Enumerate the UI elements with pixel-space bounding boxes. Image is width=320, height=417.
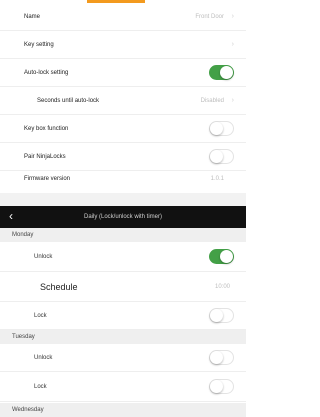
unlock-label: Unlock (34, 354, 53, 361)
unlock-label: Unlock (34, 253, 53, 260)
page-title: Daily (Lock/unlock with timer) (83, 214, 163, 220)
back-arrow-icon[interactable]: ‹ (9, 209, 13, 223)
section-label: Wednesday (12, 407, 44, 413)
pair-ninjalocks-label: Pair NinjaLocks (24, 153, 66, 160)
key-box-row: Key box function (0, 115, 246, 143)
firmware-row: Firmware version 1.0.1 (0, 165, 246, 193)
monday-unlock-row: Unlock (0, 242, 246, 272)
monday-unlock-toggle[interactable] (209, 249, 234, 264)
firmware-value: 1.0.1 (210, 176, 224, 182)
tuesday-lock-row: Lock (0, 372, 246, 402)
schedule-time-value: 10:00 (214, 283, 230, 290)
name-row[interactable]: Name Front Door › (0, 3, 246, 31)
lock-label: Lock (34, 383, 47, 390)
section-label: Monday (12, 232, 34, 238)
chevron-right-icon: › (231, 41, 234, 48)
name-label: Name (24, 13, 41, 20)
key-setting-label: Key setting (24, 41, 54, 48)
key-setting-row[interactable]: Key setting › (0, 31, 246, 59)
section-header-monday: Monday (0, 228, 246, 242)
firmware-label: Firmware version (24, 176, 71, 182)
name-value: Front Door (195, 13, 224, 20)
lock-settings-panel: Name Front Door › Key setting › Auto-loc… (0, 0, 246, 193)
section-header-tuesday: Tuesday (0, 330, 246, 344)
tuesday-unlock-row: Unlock (0, 344, 246, 372)
chevron-right-icon: › (231, 13, 234, 20)
auto-lock-label: Auto-lock setting (24, 69, 69, 76)
key-box-label: Key box function (24, 125, 69, 132)
monday-lock-row: Lock (0, 302, 246, 330)
auto-lock-row: Auto-lock setting (0, 59, 246, 87)
chevron-right-icon: › (231, 97, 234, 104)
monday-lock-toggle[interactable] (209, 308, 234, 323)
section-label: Tuesday (12, 334, 35, 340)
nav-bar: ‹ Daily (Lock/unlock with timer) (0, 206, 246, 228)
tuesday-lock-toggle[interactable] (209, 379, 234, 394)
screen-divider (0, 193, 246, 206)
monday-schedule-row[interactable]: Schedule 10:00 (0, 272, 246, 302)
auto-lock-toggle[interactable] (209, 65, 234, 80)
lock-label: Lock (34, 312, 47, 319)
seconds-until-auto-lock-label: Seconds until auto-lock (37, 97, 100, 104)
key-box-toggle[interactable] (209, 121, 234, 136)
seconds-until-auto-lock-value: Disabled (200, 97, 224, 104)
seconds-until-auto-lock-row[interactable]: Seconds until auto-lock Disabled › (0, 87, 246, 115)
schedule-label: Schedule (40, 281, 78, 292)
pair-ninjalocks-toggle[interactable] (209, 149, 234, 164)
section-header-wednesday: Wednesday (0, 403, 246, 417)
tuesday-unlock-toggle[interactable] (209, 350, 234, 365)
